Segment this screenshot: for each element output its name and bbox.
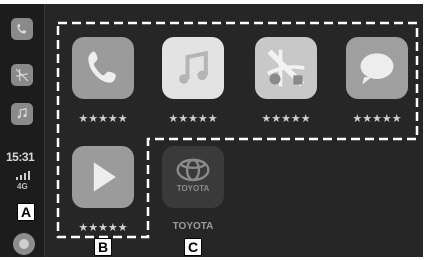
callout-c: C [184,238,202,256]
phone-app-label: ★★★★★ [78,113,128,125]
carplay-screen: 15:31 4G ★★★★★ ★★★★★ ★★★★★ ★★★★★ ★★★★★ T… [0,0,427,260]
toyota-app-icon[interactable]: TOYOTA [162,146,224,208]
sidebar-music-icon[interactable] [11,103,33,125]
now-playing-app-label: ★★★★★ [78,222,128,234]
callout-a: A [17,203,35,221]
network-type: 4G [17,182,28,191]
messages-app-label: ★★★★★ [352,113,402,125]
toyota-logo-text: TOYOTA [176,184,210,193]
messages-app-icon[interactable] [346,37,408,99]
signal-strength-icon [16,171,30,180]
status-time: 15:31 [6,150,35,164]
music-app-label: ★★★★★ [168,113,218,125]
home-button-inner [19,239,29,249]
sidebar-phone-icon[interactable] [11,18,33,40]
maps-app-icon[interactable] [255,37,317,99]
frame-right [423,0,427,260]
sidebar-maps-icon[interactable] [11,64,33,86]
maps-app-label: ★★★★★ [261,113,311,125]
now-playing-app-icon[interactable] [72,146,134,208]
toyota-app-label: TOYOTA [172,221,214,232]
callout-b: B [94,238,112,256]
phone-app-icon[interactable] [72,37,134,99]
music-app-icon[interactable] [162,37,224,99]
frame-top [0,0,427,4]
home-button[interactable] [13,233,35,255]
